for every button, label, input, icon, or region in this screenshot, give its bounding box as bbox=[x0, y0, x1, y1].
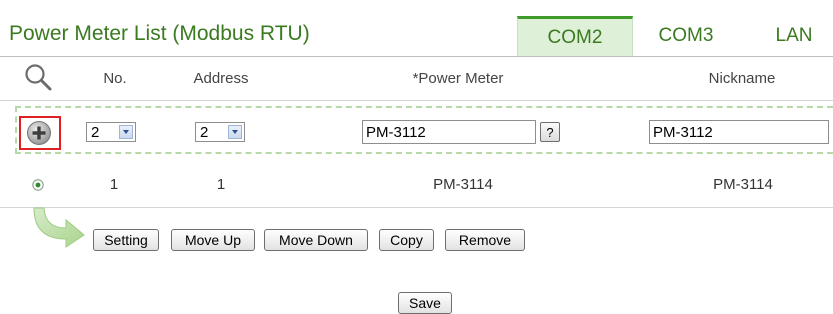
page-title: Power Meter List (Modbus RTU) bbox=[9, 22, 310, 45]
move-up-button[interactable]: Move Up bbox=[171, 229, 255, 251]
no-select[interactable]: 2 bbox=[86, 122, 136, 142]
setting-button[interactable]: Setting bbox=[93, 229, 159, 251]
tab-com2[interactable]: COM2 bbox=[517, 16, 633, 56]
chevron-down-icon bbox=[119, 125, 133, 139]
column-header-power-meter: *Power Meter bbox=[412, 70, 504, 87]
address-select-value: 2 bbox=[200, 123, 209, 141]
column-header-no: No. bbox=[103, 70, 127, 87]
column-header-address: Address bbox=[193, 70, 249, 87]
row-power-meter: PM-3114 bbox=[433, 176, 493, 193]
nickname-input[interactable] bbox=[649, 120, 829, 144]
row-nickname: PM-3114 bbox=[713, 176, 773, 193]
column-header-nickname: Nickname bbox=[708, 70, 776, 87]
row-address: 1 bbox=[216, 176, 226, 193]
tab-com3[interactable]: COM3 bbox=[646, 16, 726, 56]
move-down-button[interactable]: Move Down bbox=[264, 229, 368, 251]
row-select-radio[interactable] bbox=[32, 178, 44, 191]
header-divider bbox=[0, 56, 833, 57]
chevron-down-icon bbox=[228, 125, 242, 139]
header-row-divider bbox=[0, 100, 833, 101]
tab-lan[interactable]: LAN bbox=[758, 16, 830, 56]
power-meter-input[interactable] bbox=[362, 120, 536, 144]
search-icon[interactable] bbox=[23, 62, 53, 92]
no-select-value: 2 bbox=[91, 123, 100, 141]
power-meter-help-button[interactable]: ? bbox=[540, 122, 560, 142]
row-divider bbox=[0, 207, 833, 208]
address-select[interactable]: 2 bbox=[195, 122, 245, 142]
green-curved-arrow-icon bbox=[28, 206, 88, 248]
copy-button[interactable]: Copy bbox=[379, 229, 434, 251]
remove-button[interactable]: Remove bbox=[445, 229, 525, 251]
save-button[interactable]: Save bbox=[398, 292, 452, 314]
add-circle-icon[interactable] bbox=[26, 120, 52, 146]
row-no: 1 bbox=[109, 176, 119, 193]
